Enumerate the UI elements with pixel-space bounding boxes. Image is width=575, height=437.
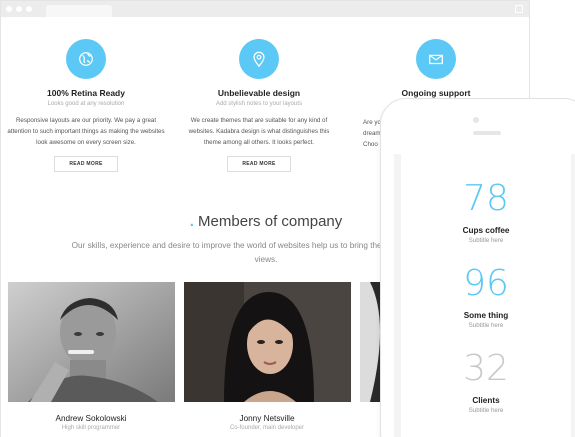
counter-number: 32 <box>463 348 509 389</box>
feature-retina: 100% Retina Ready Looks good at any reso… <box>1 39 171 172</box>
feature-text: Responsive layouts are our priority. We … <box>7 117 165 146</box>
counters-panel: 78 Cups coffee Subtitle here 96 Some thi… <box>401 154 571 437</box>
browser-tab[interactable] <box>46 5 112 17</box>
window-minimize-dot[interactable] <box>16 6 22 12</box>
members-title: Members of company <box>198 213 343 230</box>
member-name: Jonny Netsville <box>239 414 295 423</box>
read-more-button[interactable]: READ MORE <box>54 156 118 172</box>
feature-title: Ongoing support <box>401 88 471 98</box>
phone-device: 78 Cups coffee Subtitle here 96 Some thi… <box>380 98 575 437</box>
phone-camera <box>473 117 479 123</box>
member-role: High skill programmer <box>61 425 121 431</box>
counter-label: Clients <box>472 396 500 405</box>
heading-accent-dot: . <box>189 213 194 230</box>
browser-title-bar <box>1 1 529 17</box>
counter-subtitle: Subtitle here <box>468 407 504 414</box>
counter-coffee: 78 Cups coffee Subtitle here <box>401 178 571 245</box>
counter-subtitle: Subtitle here <box>468 237 504 244</box>
counter-some-thing: 96 Some thing Subtitle here <box>401 263 571 330</box>
phone-speaker <box>473 131 501 135</box>
location-pin-icon <box>239 39 279 79</box>
envelope-icon <box>416 39 456 79</box>
window-close-dot[interactable] <box>6 6 12 12</box>
window-resize-icon[interactable] <box>515 5 523 13</box>
counter-number: 96 <box>463 263 509 304</box>
feature-text: We create themes that are suitable for a… <box>188 117 330 146</box>
member-name: Andrew Sokolowski <box>55 414 127 423</box>
feature-title: Unbelievable design <box>217 88 301 98</box>
member-photo-andrew[interactable] <box>8 282 175 402</box>
globe-icon <box>66 39 106 79</box>
window-maximize-dot[interactable] <box>26 6 32 12</box>
phone-screen: 78 Cups coffee Subtitle here 96 Some thi… <box>394 154 575 437</box>
feature-design: Unbelievable design Add stylish notes to… <box>174 39 344 172</box>
counter-label: Cups coffee <box>462 226 510 235</box>
counter-subtitle: Subtitle here <box>468 322 504 329</box>
member-role: Co-founder, main developer <box>229 425 305 431</box>
feature-subtitle: Add stylish notes to your layouts <box>215 101 303 107</box>
member-photo-jonny[interactable] <box>184 282 351 402</box>
read-more-button[interactable]: READ MORE <box>227 156 291 172</box>
feature-subtitle: Looks good at any resolution <box>47 101 125 107</box>
counter-clients: 32 Clients Subtitle here <box>401 348 571 415</box>
counter-number: 78 <box>463 178 509 219</box>
counter-label: Some thing <box>463 311 509 320</box>
feature-title: 100% Retina Ready <box>47 88 125 98</box>
